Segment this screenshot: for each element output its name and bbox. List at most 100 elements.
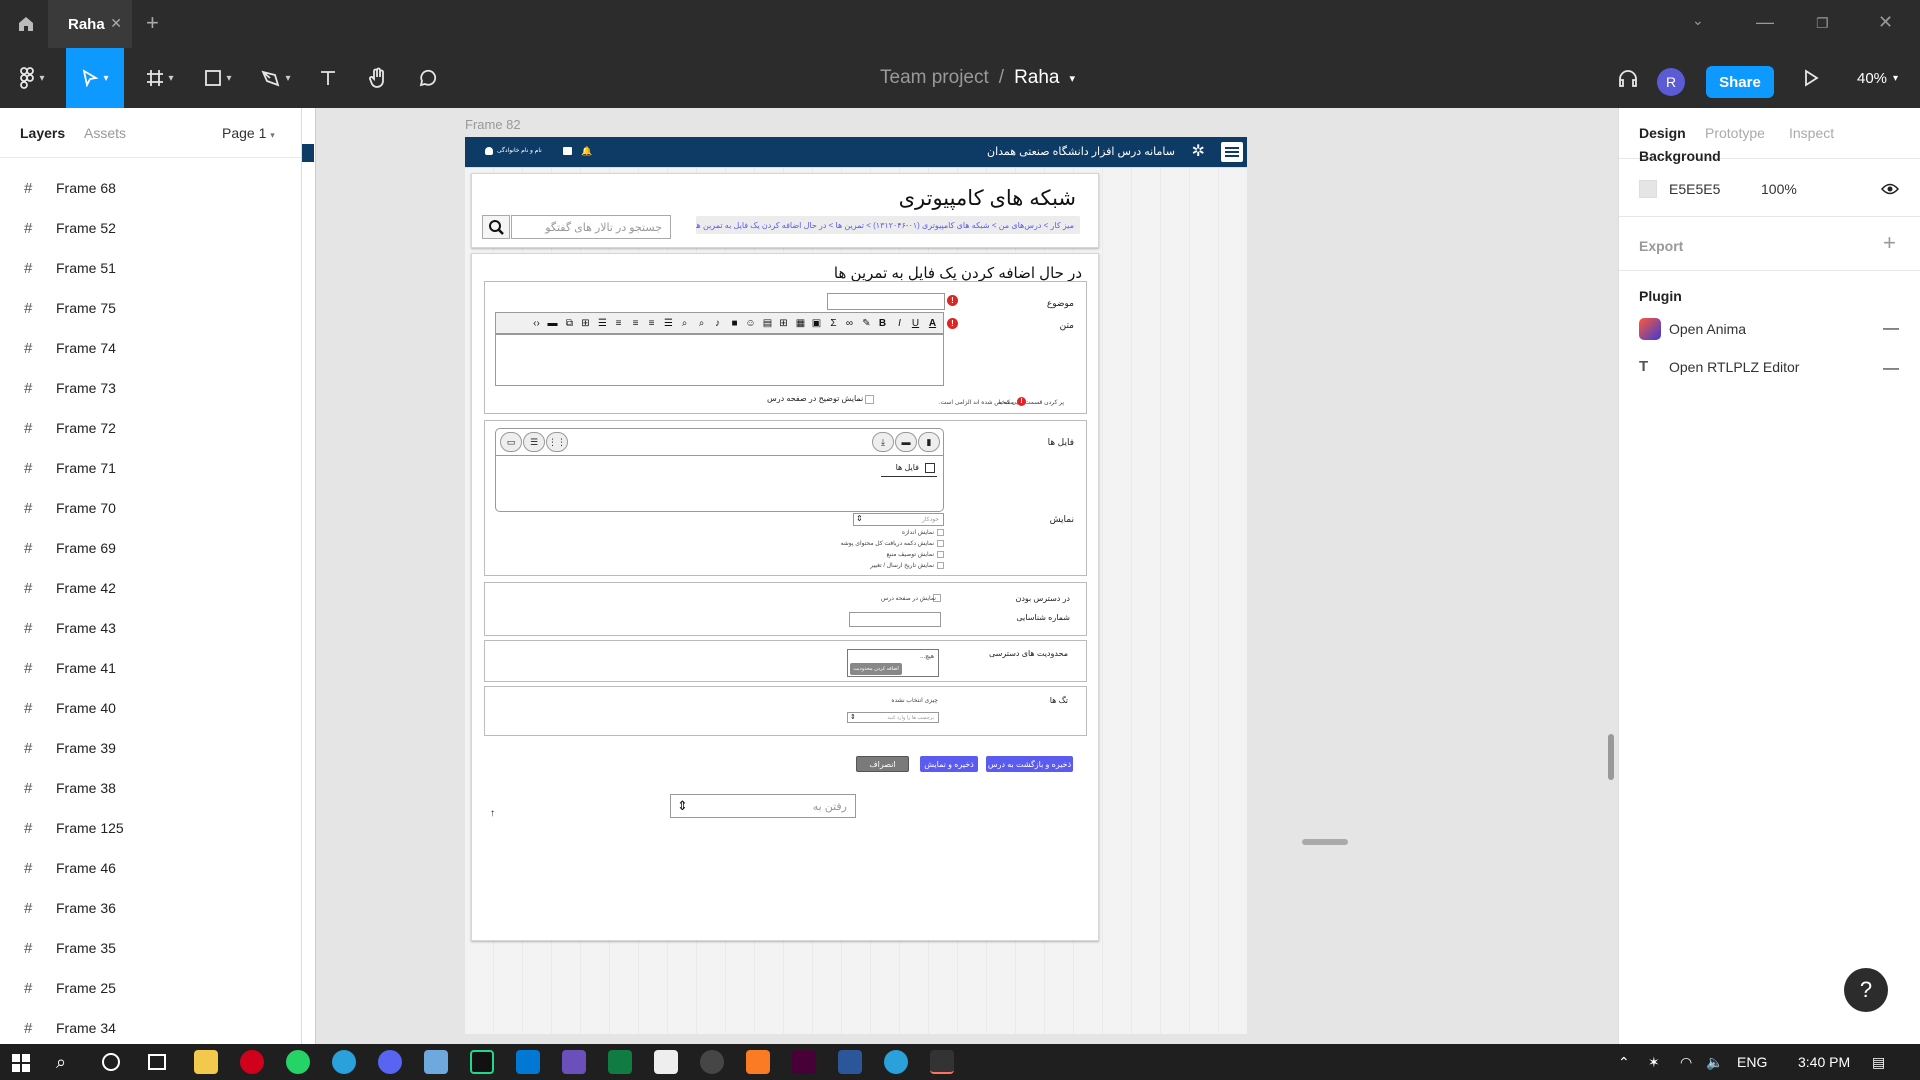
layer-item[interactable]: # Frame 73 <box>24 368 116 408</box>
folder-icon[interactable]: ▬ <box>544 315 561 332</box>
search-button[interactable] <box>482 215 510 239</box>
help-button[interactable]: ? <box>1844 968 1888 1012</box>
task-view-icon[interactable] <box>148 1054 166 1070</box>
home-icon[interactable] <box>16 14 36 39</box>
layer-item[interactable]: # Frame 39 <box>24 728 116 768</box>
layer-item[interactable]: # Frame 42 <box>24 568 116 608</box>
text-tool-button[interactable] <box>312 48 344 108</box>
background-swatch[interactable] <box>1639 180 1657 198</box>
close-tab-icon[interactable]: ✕ <box>110 15 122 32</box>
media-icon[interactable]: ▦ <box>792 315 809 332</box>
microphone-icon[interactable]: ♪ <box>709 315 726 332</box>
wifi-icon[interactable]: ◠ <box>1680 1044 1692 1080</box>
file-explorer-icon[interactable] <box>194 1050 218 1074</box>
network-icon[interactable]: ✶ <box>1648 1044 1660 1080</box>
save-and-show-button[interactable]: ذخیره و نمایش <box>920 756 978 772</box>
layer-item[interactable]: # Frame 71 <box>24 448 116 488</box>
frame-tool-button[interactable]: ▾ <box>138 48 182 108</box>
sigma-icon[interactable]: Σ <box>825 315 842 332</box>
new-tab-icon[interactable]: + <box>146 10 159 36</box>
view-icons-button[interactable]: ⋮⋮ <box>546 432 568 452</box>
layer-item[interactable]: # Frame 69 <box>24 528 116 568</box>
grid-icon[interactable]: ⊞ <box>577 315 594 332</box>
video-icon[interactable]: ■ <box>726 315 743 332</box>
layer-item[interactable]: # Frame 25 <box>24 968 116 1008</box>
background-hex[interactable]: E5E5E5 <box>1669 181 1761 197</box>
pycharm-icon[interactable] <box>470 1050 494 1074</box>
code-icon[interactable]: ‹› <box>528 315 545 332</box>
vertical-scrollbar[interactable] <box>1608 734 1614 780</box>
layer-item[interactable]: # Frame 43 <box>24 608 116 648</box>
project-name[interactable]: Team project <box>880 67 989 89</box>
close-window-icon[interactable]: ✕ <box>1878 12 1893 33</box>
add-file-button[interactable]: ▮ <box>918 432 940 452</box>
tab-inspect[interactable]: Inspect <box>1789 125 1834 141</box>
subject-input[interactable] <box>827 293 945 310</box>
avatar[interactable]: R <box>1657 68 1685 96</box>
align-center-icon[interactable]: ≡ <box>627 315 644 332</box>
virtualbox-icon[interactable] <box>424 1050 448 1074</box>
display-option-checkbox[interactable] <box>937 562 944 569</box>
list-icon[interactable]: ☰ <box>660 315 677 332</box>
telegram-icon[interactable] <box>332 1050 356 1074</box>
user-icon[interactable] <box>485 147 493 155</box>
tab-design[interactable]: Design <box>1639 125 1686 141</box>
language-indicator[interactable]: ENG <box>1737 1044 1767 1080</box>
display-option-checkbox[interactable] <box>937 551 944 558</box>
view-list-button[interactable]: ☰ <box>523 432 545 452</box>
telegram-icon[interactable] <box>884 1050 908 1074</box>
text-color-icon[interactable]: A <box>924 315 941 332</box>
display-option-checkbox[interactable] <box>937 529 944 536</box>
restore-icon[interactable]: ❐ <box>1816 15 1829 32</box>
eye-icon[interactable] <box>1880 182 1900 201</box>
view-folder-button[interactable]: ▭ <box>500 432 522 452</box>
headphones-icon[interactable] <box>1612 48 1644 108</box>
text-editor-area[interactable] <box>495 334 944 386</box>
main-menu-button[interactable]: ▾ <box>10 48 54 108</box>
display-select[interactable]: خودکار ⇕ <box>853 513 944 526</box>
italic-icon[interactable]: I <box>891 315 908 332</box>
brush-icon[interactable]: ✎ <box>858 315 875 332</box>
whatsapp-icon[interactable] <box>286 1050 310 1074</box>
goto-select[interactable]: رفتن به ⇕ <box>670 794 856 818</box>
show-description-checkbox[interactable] <box>865 395 874 404</box>
layer-item[interactable]: # Frame 70 <box>24 488 116 528</box>
frame-label[interactable]: Frame 82 <box>465 117 521 132</box>
tray-chevron-up-icon[interactable]: ⌃ <box>1618 1044 1630 1080</box>
replace-icon[interactable]: ⌕ <box>676 315 693 332</box>
add-export-icon[interactable]: + <box>1883 230 1896 256</box>
tab-prototype[interactable]: Prototype <box>1705 125 1765 141</box>
windows-start-icon[interactable] <box>12 1054 30 1077</box>
hamburger-menu-icon[interactable] <box>1221 142 1243 162</box>
app-icon[interactable] <box>654 1050 678 1074</box>
layer-item[interactable]: # Frame 75 <box>24 288 116 328</box>
folder-name[interactable]: فایل ها <box>896 463 919 472</box>
search-input[interactable]: جستجو در تالار های گفتگو <box>511 215 671 239</box>
excel-icon[interactable] <box>608 1050 632 1074</box>
file-breadcrumb[interactable]: Team project / Raha ▾ <box>880 48 1075 108</box>
zoom-dropdown[interactable]: 40% ▾ <box>1857 48 1898 108</box>
share-button[interactable]: Share <box>1706 66 1774 98</box>
figma-icon[interactable] <box>930 1050 954 1074</box>
file-name[interactable]: Raha <box>1014 67 1059 89</box>
remove-plugin-icon[interactable]: — <box>1883 320 1899 338</box>
cancel-button[interactable]: انصراف <box>856 756 909 772</box>
plugin-rtlplz-editor[interactable]: T Open RTLPLZ Editor <box>1639 358 1799 375</box>
layer-item[interactable]: # Frame 51 <box>24 248 116 288</box>
minimize-icon[interactable]: — <box>1756 12 1774 33</box>
justify-icon[interactable]: ☰ <box>594 315 611 332</box>
hand-tool-button[interactable] <box>362 48 394 108</box>
layer-item[interactable]: # Frame 36 <box>24 888 116 928</box>
image-icon[interactable]: ▣ <box>808 315 825 332</box>
cortana-icon[interactable] <box>102 1053 120 1071</box>
search-icon[interactable]: ⌕ <box>56 1052 66 1073</box>
typora-icon[interactable] <box>562 1050 586 1074</box>
tab-assets[interactable]: Assets <box>84 125 126 141</box>
layer-item[interactable]: # Frame 68 <box>24 168 116 208</box>
bold-icon[interactable]: B <box>874 315 891 332</box>
file-tab[interactable]: Raha ✕ <box>48 0 132 48</box>
background-fill-row[interactable]: E5E5E5 100% <box>1639 180 1797 198</box>
layer-item[interactable]: # Frame 34 <box>24 1008 116 1048</box>
layer-item[interactable]: # Frame 41 <box>24 648 116 688</box>
link-icon[interactable]: ∞ <box>841 315 858 332</box>
